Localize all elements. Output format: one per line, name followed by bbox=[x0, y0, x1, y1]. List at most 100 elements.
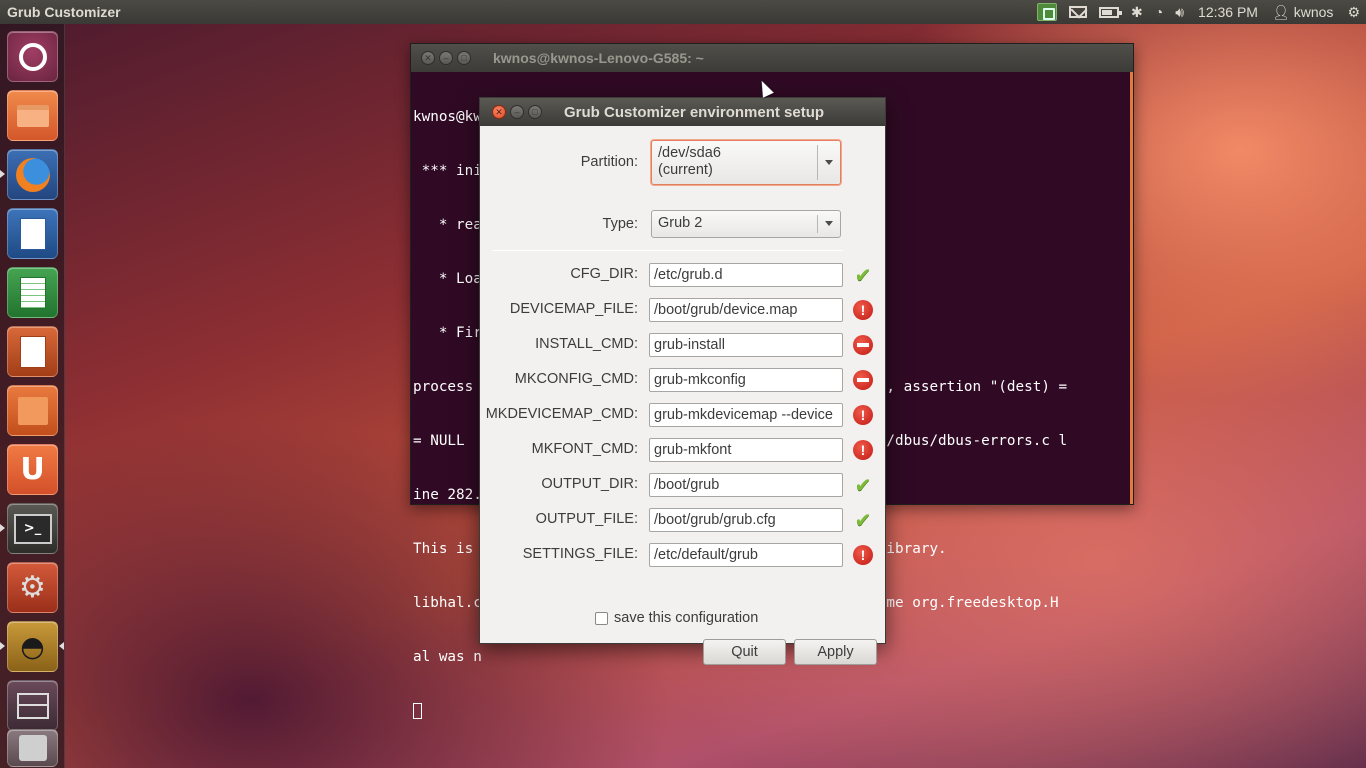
focused-indicator bbox=[59, 642, 64, 650]
indicator-applet[interactable] bbox=[1031, 0, 1063, 24]
devicemap-file-label: DEVICEMAP_FILE: bbox=[509, 301, 638, 317]
applet-icon bbox=[1037, 3, 1057, 21]
launcher-workspace-switcher[interactable] bbox=[7, 680, 58, 731]
mkdevicemap-cmd-status: ! bbox=[852, 404, 874, 426]
session-menu[interactable]: ⚙ bbox=[1341, 0, 1366, 24]
launcher-calc[interactable] bbox=[7, 267, 58, 318]
close-icon[interactable]: ✕ bbox=[421, 51, 435, 65]
workspaces-icon bbox=[16, 692, 49, 719]
save-config-label[interactable]: save this configuration bbox=[614, 610, 758, 626]
firefox-icon bbox=[15, 157, 50, 192]
indicator-area: ✱ ◔ 🔊︎ 12:36 PM 👤︎ kwnos ⚙ bbox=[1031, 0, 1366, 24]
install-cmd-status bbox=[852, 334, 874, 356]
cfg-dir-label: CFG_DIR: bbox=[570, 266, 638, 282]
minimize-icon[interactable]: – bbox=[510, 105, 524, 119]
error-icon: ! bbox=[853, 545, 873, 565]
settings-wrench-icon: ⚙ bbox=[19, 570, 46, 605]
output-dir-input[interactable]: /boot/grub bbox=[649, 473, 843, 497]
launcher-system-settings[interactable]: ⚙ bbox=[7, 562, 58, 613]
type-value: Grub 2 bbox=[658, 215, 703, 231]
partition-dropdown[interactable]: /dev/sda6 (current) bbox=[651, 140, 841, 185]
cfg-dir-input[interactable]: /etc/grub.d bbox=[649, 263, 843, 287]
error-icon: ! bbox=[853, 405, 873, 425]
mkdevicemap-cmd-input[interactable]: grub-mkdevicemap --device bbox=[649, 403, 843, 427]
gear-icon: ⚙ bbox=[1347, 3, 1360, 20]
launcher-terminal[interactable]: >_ bbox=[7, 503, 58, 554]
impress-icon bbox=[19, 335, 46, 368]
active-app-title: Grub Customizer bbox=[7, 4, 121, 20]
terminal-titlebar[interactable]: ✕ – □ kwnos@kwnos-Lenovo-G585: ~ bbox=[411, 44, 1133, 72]
output-file-input[interactable]: /boot/grub/grub.cfg bbox=[649, 508, 843, 532]
environment-setup-dialog[interactable]: ✕ – □ Grub Customizer environment setup … bbox=[479, 97, 886, 665]
launcher-software-center[interactable] bbox=[7, 385, 58, 436]
top-panel: Grub Customizer ✱ ◔ 🔊︎ 12:36 PM 👤︎ kwnos… bbox=[0, 0, 1366, 24]
folder-icon bbox=[16, 104, 49, 127]
checkmark-icon: ✔ bbox=[854, 509, 872, 532]
separator bbox=[492, 250, 843, 251]
dropdown-separator bbox=[817, 145, 818, 180]
user-menu[interactable]: 👤︎ kwnos bbox=[1266, 0, 1341, 24]
checkmark-icon: ✔ bbox=[854, 474, 872, 497]
user-icon: 👤︎ bbox=[1271, 3, 1290, 20]
checkmark-icon: ✔ bbox=[854, 264, 872, 287]
mkconfig-cmd-status bbox=[852, 369, 874, 391]
launcher-firefox[interactable] bbox=[7, 149, 58, 200]
launcher-writer[interactable] bbox=[7, 208, 58, 259]
maximize-icon[interactable]: □ bbox=[528, 105, 542, 119]
launcher-files[interactable] bbox=[7, 90, 58, 141]
mkfont-cmd-input[interactable]: grub-mkfont bbox=[649, 438, 843, 462]
apply-button[interactable]: Apply bbox=[794, 639, 877, 665]
volume-icon: 🔊︎ bbox=[1175, 3, 1185, 20]
settings-file-label: SETTINGS_FILE: bbox=[522, 546, 638, 562]
install-cmd-label: INSTALL_CMD: bbox=[535, 336, 638, 352]
indicator-messages[interactable] bbox=[1063, 0, 1093, 24]
running-indicator bbox=[0, 524, 5, 532]
minimize-icon[interactable]: – bbox=[439, 51, 453, 65]
launcher-trash[interactable] bbox=[7, 729, 58, 767]
terminal-scrollbar[interactable] bbox=[1130, 72, 1133, 504]
launcher: U >_ ⚙ ◓ bbox=[0, 24, 65, 768]
indicator-battery[interactable] bbox=[1093, 0, 1125, 24]
install-cmd-input[interactable]: grub-install bbox=[649, 333, 843, 357]
trash-icon bbox=[18, 735, 47, 761]
writer-icon bbox=[19, 217, 46, 250]
indicator-bluetooth[interactable]: ✱ bbox=[1125, 0, 1149, 24]
settings-file-input[interactable]: /etc/default/grub bbox=[649, 543, 843, 567]
maximize-icon[interactable]: □ bbox=[457, 51, 471, 65]
ubuntu-one-icon: U bbox=[20, 452, 45, 487]
running-indicator bbox=[0, 170, 5, 178]
terminal-cursor bbox=[413, 703, 422, 719]
launcher-impress[interactable] bbox=[7, 326, 58, 377]
indicator-sound[interactable]: 🔊︎ bbox=[1169, 0, 1190, 24]
close-icon[interactable]: ✕ bbox=[492, 105, 506, 119]
envelope-icon bbox=[1069, 6, 1087, 18]
dialog-title: Grub Customizer environment setup bbox=[564, 103, 825, 121]
output-file-status: ✔ bbox=[852, 509, 874, 532]
no-entry-icon bbox=[853, 335, 873, 355]
partition-value: /dev/sda6 (current) bbox=[658, 145, 721, 179]
error-icon: ! bbox=[853, 440, 873, 460]
error-icon: ! bbox=[853, 300, 873, 320]
mkconfig-cmd-input[interactable]: grub-mkconfig bbox=[649, 368, 843, 392]
calc-icon bbox=[19, 276, 46, 309]
chevron-down-icon bbox=[825, 159, 833, 165]
cfg-dir-status: ✔ bbox=[852, 264, 874, 287]
indicator-network[interactable]: ◔ bbox=[1149, 0, 1169, 24]
no-entry-icon bbox=[853, 370, 873, 390]
bluetooth-icon: ✱ bbox=[1131, 3, 1143, 20]
launcher-grub-customizer[interactable]: ◓ bbox=[7, 621, 58, 672]
ubuntu-logo-icon bbox=[18, 42, 47, 71]
ubuntu-dash-button[interactable] bbox=[7, 31, 58, 82]
clock[interactable]: 12:36 PM bbox=[1190, 0, 1266, 24]
wifi-icon: ◔ bbox=[1154, 4, 1164, 20]
devicemap-file-input[interactable]: /boot/grub/device.map bbox=[649, 298, 843, 322]
type-dropdown[interactable]: Grub 2 bbox=[651, 210, 841, 238]
quit-button[interactable]: Quit bbox=[703, 639, 786, 665]
penguin-icon: ◓ bbox=[20, 630, 45, 663]
dialog-titlebar[interactable]: ✕ – □ Grub Customizer environment setup bbox=[480, 98, 885, 126]
partition-device: /dev/sda6 bbox=[658, 145, 721, 161]
dropdown-separator bbox=[817, 215, 818, 233]
save-config-checkbox[interactable] bbox=[595, 612, 608, 625]
dialog-body: Partition: /dev/sda6 (current) Type: Gru… bbox=[480, 126, 885, 665]
launcher-ubuntu-one[interactable]: U bbox=[7, 444, 58, 495]
